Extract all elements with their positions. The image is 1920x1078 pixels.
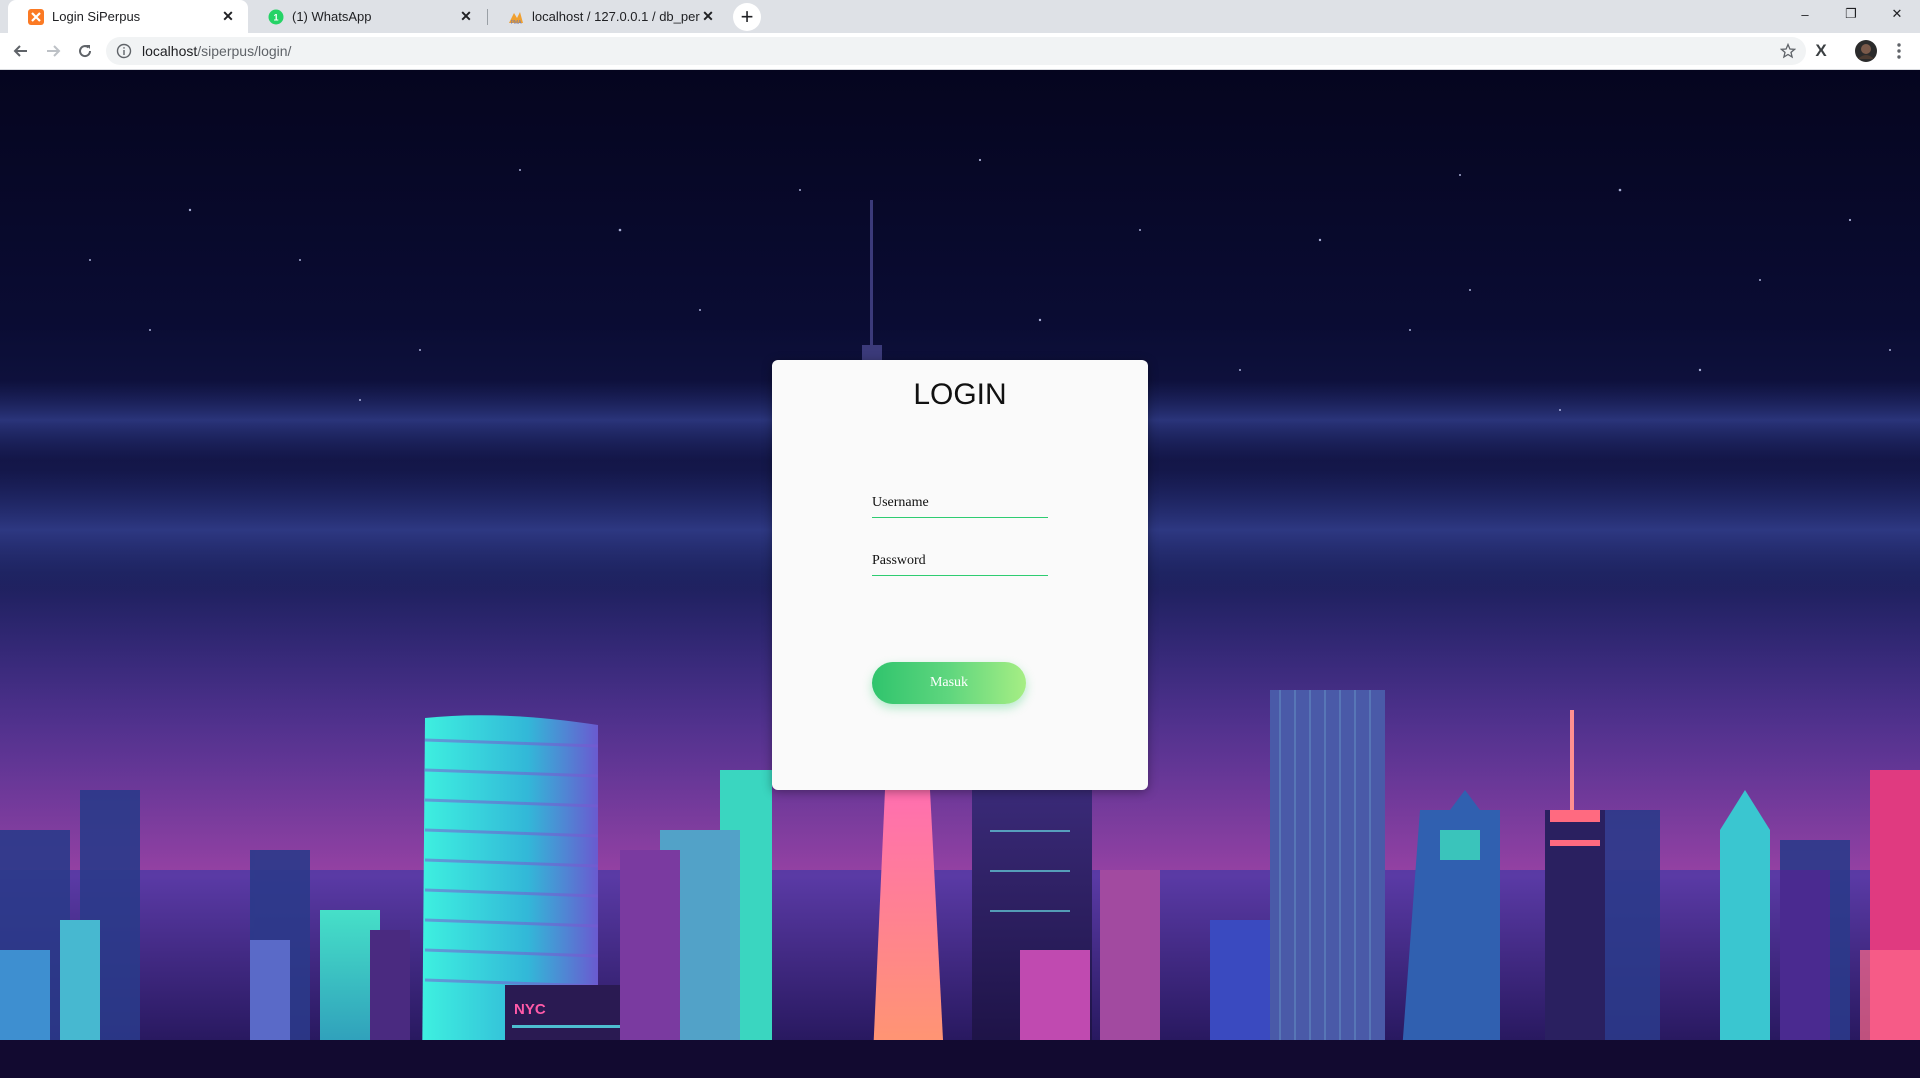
tab-title: Login SiPerpus [52,9,141,24]
arrow-right-icon [47,45,61,57]
nyc-sign: NYC [514,1001,546,1018]
login-page: NYC LOGIN Username Masuk [0,70,1920,1078]
whatsapp-icon: 1 [268,9,284,25]
info-icon[interactable] [116,43,132,59]
url-path: /siperpus/login/ [197,43,292,59]
minimize-icon: – [1801,6,1809,22]
minimize-button[interactable]: – [1782,0,1828,28]
extension-button[interactable]: X [1808,38,1834,64]
address-bar[interactable]: localhost/siperpus/login/ [106,37,1806,65]
close-tab-icon[interactable]: ✕ [220,8,236,25]
kebab-menu-icon [1897,43,1901,59]
username-field[interactable] [872,488,1048,518]
url-text: localhost/siperpus/login/ [142,43,291,59]
back-button[interactable] [8,38,34,64]
menu-button[interactable] [1886,38,1912,64]
xampp-icon [28,8,44,25]
password-field[interactable] [872,546,1048,576]
login-card: LOGIN Masuk [772,360,1148,790]
restore-button[interactable]: ❐ [1828,0,1874,28]
restore-icon: ❐ [1845,6,1857,21]
tab-title: localhost / 127.0.0.1 / db_perpus [532,9,700,24]
close-icon: ✕ [1891,6,1903,21]
tab-phpmyadmin[interactable]: PMA localhost / 127.0.0.1 / db_perpus ✕ [488,0,728,33]
tab-strip: Login SiPerpus ✕ 1 (1) WhatsApp ✕ PMA lo… [0,0,1920,33]
avatar-icon [1855,40,1877,62]
plus-icon: + [740,4,754,29]
bookmark-star-icon[interactable] [1780,43,1796,59]
url-host: localhost [142,43,198,59]
close-tab-icon[interactable]: ✕ [458,8,474,25]
new-tab-button[interactable]: + [733,3,761,31]
forward-button[interactable] [40,38,66,64]
tab-login-siperpus[interactable]: Login SiPerpus ✕ [8,0,248,33]
close-tab-icon[interactable]: ✕ [700,8,716,25]
reload-button[interactable] [72,38,98,64]
tab-title: (1) WhatsApp [292,9,372,24]
arrow-left-icon [13,45,27,57]
svg-text:PMA: PMA [511,20,523,25]
svg-text:1: 1 [273,12,278,22]
profile-avatar[interactable] [1853,38,1879,64]
close-window-button[interactable]: ✕ [1874,0,1920,28]
masuk-button[interactable]: Masuk [872,662,1026,704]
extension-icon: X [1815,41,1827,60]
tab-whatsapp[interactable]: 1 (1) WhatsApp ✕ [248,0,486,33]
phpmyadmin-icon: PMA [508,9,524,26]
browser-toolbar: localhost/siperpus/login/ X [0,33,1920,70]
login-title: LOGIN [913,378,1007,411]
browser-window: Login SiPerpus ✕ 1 (1) WhatsApp ✕ PMA lo… [0,0,1920,1078]
reload-icon [79,45,92,58]
